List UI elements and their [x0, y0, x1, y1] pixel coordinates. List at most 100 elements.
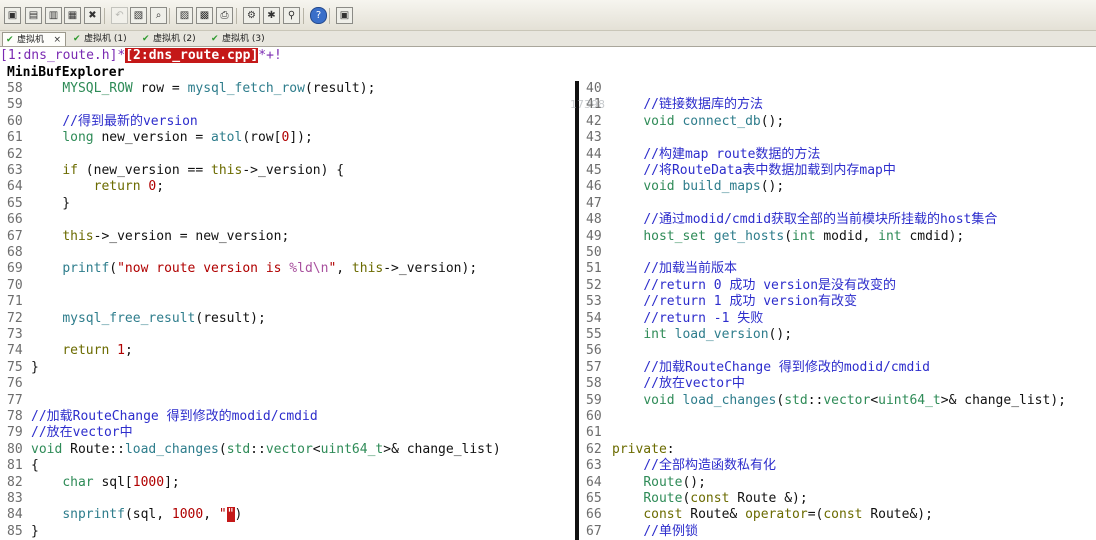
code-line[interactable]: 61 [579, 425, 1096, 441]
code-line[interactable]: 58 //放在vector中 [579, 376, 1096, 392]
code-line[interactable]: 60 //得到最新的version [0, 114, 575, 130]
code-text: Route(); [643, 474, 706, 490]
code-line[interactable]: 62 [0, 147, 575, 163]
code-line[interactable]: 59 void load_changes(std::vector<uint64_… [579, 393, 1096, 409]
code-line[interactable]: 64 return 0; [0, 179, 575, 195]
code-line[interactable]: 83 [0, 491, 575, 507]
code-text: //return 1 成功 version有改变 [643, 294, 858, 310]
code-line[interactable]: 63 //全部构造函数私有化 [579, 458, 1096, 474]
code-line[interactable]: 44 //构建map route数据的方法 [579, 147, 1096, 163]
line-number: 65 [7, 195, 23, 211]
code-line[interactable]: 53 //return 1 成功 version有改变 [579, 294, 1096, 310]
line-number: 79 [7, 425, 23, 441]
code-text: //return 0 成功 version是没有改变的 [643, 277, 897, 293]
code-line[interactable]: 81 { [0, 458, 575, 474]
line-number: 62 [586, 441, 602, 457]
code-text: //得到最新的version [62, 113, 198, 129]
code-line[interactable]: 43 [579, 130, 1096, 146]
line-number: 44 [586, 146, 602, 162]
line-number: 81 [7, 458, 23, 474]
code-text: //加载RouteChange 得到修改的modid/cmdid [31, 409, 318, 424]
code-text: long new_version = atol(row[0]); [62, 130, 313, 146]
code-line[interactable]: 77 [0, 393, 575, 409]
code-line[interactable]: 51 //加载当前版本 [579, 261, 1096, 277]
code-line[interactable]: 67 this->_version = new_version; [0, 229, 575, 245]
code-line[interactable]: 85} [0, 524, 575, 540]
left-editor-pane[interactable]: 58 MYSQL_ROW row = mysql_fetch_row(resul… [0, 0, 575, 540]
line-number: 61 [586, 425, 602, 441]
code-line[interactable]: 66 [0, 212, 575, 228]
code-line[interactable]: 70 [0, 278, 575, 294]
line-number: 48 [586, 212, 602, 228]
line-number: 76 [7, 376, 23, 392]
code-line[interactable]: 68 [0, 245, 575, 261]
code-line[interactable]: 46 void build_maps(); [579, 179, 1096, 195]
code-line[interactable]: 55 int load_version(); [579, 327, 1096, 343]
code-line[interactable]: 79 //放在vector中 [0, 425, 575, 441]
code-line[interactable]: 69 printf("now route version is %ld\n", … [0, 261, 575, 277]
code-line[interactable]: 78 //加载RouteChange 得到修改的modid/cmdid [0, 409, 575, 425]
code-line[interactable]: 60 [579, 409, 1096, 425]
code-line[interactable]: 65 } [0, 196, 575, 212]
line-number: 77 [7, 392, 23, 408]
code-line[interactable]: 56 [579, 343, 1096, 359]
right-editor-pane[interactable]: 40 41 //链接数据库的方法 42 void connect_db(); 43 44… [579, 0, 1096, 540]
code-line[interactable]: 76 [0, 376, 575, 392]
code-line[interactable]: 72 mysql_free_result(result); [0, 311, 575, 327]
code-line[interactable]: 84 snprintf(sql, 1000, "") [0, 507, 575, 523]
line-number: 47 [586, 195, 602, 211]
code-text: //将RouteData表中数据加载到内存map中 [643, 163, 896, 178]
code-line[interactable]: 54 //return -1 失败 [579, 311, 1096, 327]
line-number: 64 [586, 474, 602, 490]
code-text: return 1; [62, 343, 133, 359]
line-number: 50 [586, 245, 602, 260]
code-line[interactable]: 49 host_set get_hosts(int modid, int cmd… [579, 229, 1096, 245]
code-line[interactable]: 71 [0, 294, 575, 310]
line-number: 65 [586, 491, 602, 506]
code-line[interactable]: 80 void Route::load_changes(std::vector<u… [0, 442, 575, 458]
code-line[interactable]: 74 return 1; [0, 343, 575, 359]
line-number: 60 [7, 113, 23, 129]
code-line[interactable]: 61 long new_version = atol(row[0]); [0, 130, 575, 146]
line-number: 67 [7, 228, 23, 244]
line-number: 56 [586, 343, 602, 359]
code-line[interactable]: 63 if (new_version == this->_version) { [0, 163, 575, 179]
line-number: 58 [7, 81, 23, 96]
code-line[interactable]: 62 private: [579, 442, 1096, 458]
line-number: 55 [586, 327, 602, 342]
line-number: 85 [7, 523, 23, 539]
code-text: Route(const Route &); [643, 491, 808, 506]
line-number: 43 [586, 130, 602, 146]
code-line[interactable]: 67 //单例锁 [579, 524, 1096, 540]
code-text: //return -1 失败 [643, 310, 764, 326]
code-line[interactable]: 47 [579, 196, 1096, 212]
code-text: //构建map route数据的方法 [643, 146, 821, 162]
code-text: void Route::load_changes(std::vector<uin… [31, 441, 501, 457]
code-line[interactable]: 59 [0, 97, 575, 113]
line-number: 40 [586, 81, 602, 96]
line-number: 69 [7, 261, 23, 277]
code-line[interactable]: 65 Route(const Route &); [579, 491, 1096, 507]
code-line[interactable]: 50 [579, 245, 1096, 261]
line-number: 80 [7, 441, 23, 457]
code-line[interactable]: 64 Route(); [579, 475, 1096, 491]
line-number: 61 [7, 130, 23, 146]
code-line[interactable]: 82 char sql[1000]; [0, 475, 575, 491]
code-line[interactable]: 52 //return 0 成功 version是没有改变的 [579, 278, 1096, 294]
code-line[interactable]: 58 MYSQL_ROW row = mysql_fetch_row(resul… [0, 81, 575, 97]
code-line[interactable]: 48 //通过modid/cmdid获取全部的当前模块所挂载的host集合 [579, 212, 1096, 228]
code-line[interactable]: 57 //加载RouteChange 得到修改的modid/cmdid [579, 360, 1096, 376]
code-text: { [31, 458, 39, 474]
line-number: 66 [586, 507, 602, 523]
code-line[interactable]: 66 const Route& operator=(const Route&); [579, 507, 1096, 523]
code-text: } [31, 359, 39, 375]
code-line[interactable]: 75} [0, 360, 575, 376]
line-number: 64 [7, 179, 23, 195]
code-line[interactable]: 40 [579, 81, 1096, 97]
code-line[interactable]: 45 //将RouteData表中数据加载到内存map中 [579, 163, 1096, 179]
code-line[interactable]: 73 [0, 327, 575, 343]
code-line[interactable]: 41 //链接数据库的方法 [579, 97, 1096, 113]
code-line[interactable]: 42 void connect_db(); [579, 114, 1096, 130]
code-text: //全部构造函数私有化 [643, 458, 776, 474]
code-text: printf("now route version is %ld\n", thi… [62, 261, 478, 277]
